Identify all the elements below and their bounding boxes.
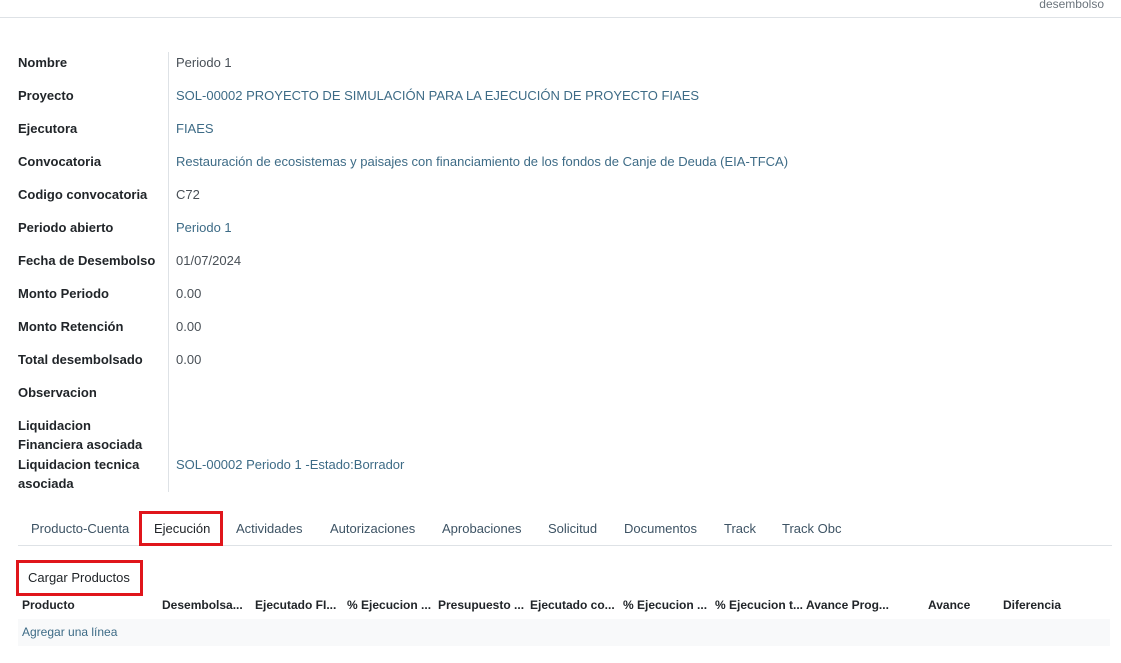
column-header-ejecucion-1[interactable]: % Ejecucion ...	[347, 598, 431, 612]
column-header-ejecutado-co[interactable]: Ejecutado co...	[530, 598, 615, 612]
field-value[interactable]: C72	[176, 185, 200, 204]
field-label: Periodo abierto	[18, 220, 114, 235]
field-label: Monto Periodo	[18, 286, 109, 301]
field-label: Nombre	[18, 55, 68, 70]
field-value[interactable]: 0.00	[176, 284, 201, 303]
field-label: Observacion	[18, 385, 97, 400]
column-header-producto[interactable]: Producto	[22, 598, 75, 612]
periodo-abierto-link[interactable]: Periodo 1	[176, 218, 232, 237]
column-header-diferencia[interactable]: Diferencia	[1003, 598, 1061, 612]
column-header-ejecucion-t[interactable]: % Ejecucion t...	[715, 598, 803, 612]
field-label: Liquidacion Financiera asociada	[18, 418, 143, 452]
proyecto-link[interactable]: SOL-00002 PROYECTO DE SIMULACIÓN PARA LA…	[176, 86, 699, 105]
add-line-link[interactable]: Agregar una línea	[22, 625, 117, 639]
column-header-desembolsado[interactable]: Desembolsa...	[162, 598, 243, 612]
field-value[interactable]: 0.00	[176, 317, 201, 336]
table-header: Producto Desembolsa... Ejecutado FI... %…	[18, 595, 1112, 617]
status-text: desembolso	[1039, 0, 1104, 11]
tab-track-obc[interactable]: Track Obc	[782, 521, 841, 536]
column-header-avance-prog[interactable]: Avance Prog...	[806, 598, 889, 612]
tab-documentos[interactable]: Documentos	[624, 521, 697, 536]
field-label: Monto Retención	[18, 319, 124, 334]
label-divider	[168, 52, 169, 492]
column-header-presupuesto[interactable]: Presupuesto ...	[438, 598, 524, 612]
tab-track[interactable]: Track	[724, 521, 756, 536]
field-value[interactable]: 01/07/2024	[176, 251, 241, 270]
field-value[interactable]: Periodo 1	[176, 53, 232, 72]
liquidacion-tecnica-link[interactable]: SOL-00002 Periodo 1 -Estado:Borrador	[176, 455, 404, 474]
tab-aprobaciones[interactable]: Aprobaciones	[442, 521, 522, 536]
field-label: Ejecutora	[18, 121, 78, 136]
highlight-box-button	[16, 560, 143, 596]
tab-producto-cuenta[interactable]: Producto-Cuenta	[31, 521, 129, 536]
field-label: Fecha de Desembolso	[18, 253, 156, 268]
tab-solicitud[interactable]: Solicitud	[548, 521, 597, 536]
field-label: Total desembolsado	[18, 352, 143, 367]
field-label: Liquidacion tecnica asociada	[18, 457, 140, 491]
ejecutora-link[interactable]: FIAES	[176, 119, 214, 138]
tab-autorizaciones[interactable]: Autorizaciones	[330, 521, 415, 536]
column-header-avance[interactable]: Avance	[928, 598, 970, 612]
highlight-box-tab	[139, 511, 223, 546]
field-label: Proyecto	[18, 88, 74, 103]
convocatoria-link[interactable]: Restauración de ecosistemas y paisajes c…	[176, 152, 788, 171]
field-label: Codigo convocatoria	[18, 187, 148, 202]
top-bar: desembolso	[0, 0, 1121, 18]
column-header-ejecucion-2[interactable]: % Ejecucion ...	[623, 598, 707, 612]
tab-actividades[interactable]: Actividades	[236, 521, 302, 536]
field-value[interactable]: 0.00	[176, 350, 201, 369]
field-label: Convocatoria	[18, 154, 102, 169]
add-line-row: Agregar una línea	[18, 619, 1110, 646]
column-header-ejecutado-fi[interactable]: Ejecutado FI...	[255, 598, 336, 612]
